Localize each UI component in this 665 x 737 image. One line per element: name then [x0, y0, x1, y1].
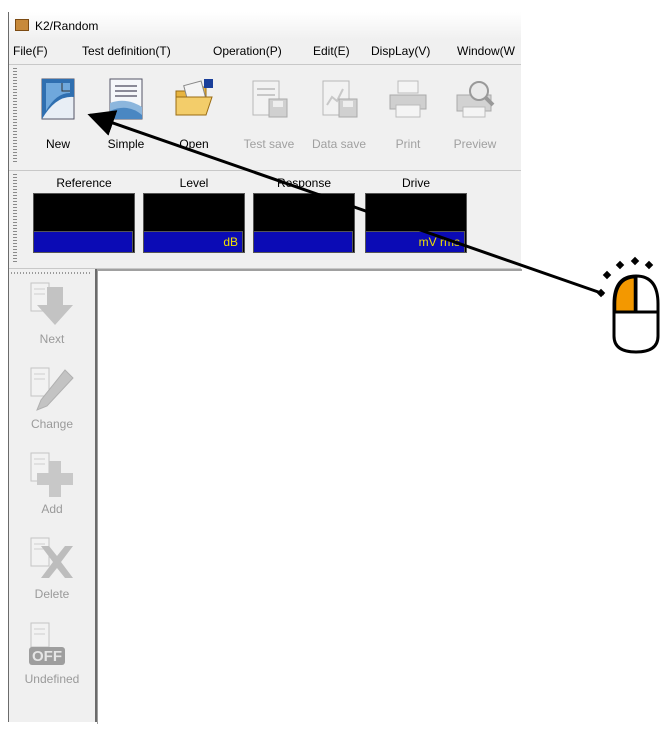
test-save-label: Test save: [243, 137, 295, 151]
drive-unit-text: mV rms: [418, 235, 460, 249]
menu-edit[interactable]: Edit(E): [313, 44, 350, 58]
menu-file[interactable]: File(F): [13, 44, 48, 58]
toolbar-grip[interactable]: [13, 68, 17, 164]
level-meter-label: Level: [179, 176, 209, 190]
menu-operation[interactable]: Operation(P): [213, 44, 282, 58]
simple-label: Simple: [107, 137, 145, 151]
preview-label: Preview: [453, 137, 497, 151]
reference-meter-label: Reference: [56, 176, 112, 190]
change-label: Change: [30, 417, 74, 431]
reference-meter: Reference: [33, 171, 135, 263]
app-window: K2/Random File(F) Test definition(T) Ope…: [8, 12, 522, 724]
new-button[interactable]: New: [31, 67, 85, 163]
next-label: Next: [39, 332, 65, 346]
mouse-click-icon: [596, 256, 660, 354]
print-button[interactable]: Print: [381, 67, 435, 163]
preview-icon: [456, 81, 495, 118]
preview-button[interactable]: Preview: [443, 67, 507, 163]
delete-label: Delete: [34, 587, 70, 601]
delete-button[interactable]: Delete: [9, 532, 95, 616]
level-meter-unit: dB: [143, 231, 243, 253]
new-label: New: [45, 137, 70, 151]
next-button[interactable]: Next: [9, 277, 95, 361]
level-unit-text: dB: [223, 235, 238, 249]
menu-bar: File(F) Test definition(T) Operation(P) …: [9, 40, 521, 62]
meter-grip[interactable]: [13, 174, 17, 262]
meter-bar: Reference Level dB Response Drive mV rms: [9, 170, 521, 269]
undefined-button[interactable]: OFF Undefined: [9, 617, 95, 701]
menu-window[interactable]: Window(W: [457, 44, 515, 58]
menu-test-definition[interactable]: Test definition(T): [82, 44, 171, 58]
delete-x-icon: [30, 537, 73, 578]
change-button[interactable]: Change: [9, 362, 95, 446]
app-icon: [15, 19, 29, 31]
open-folder-icon: [175, 79, 213, 116]
test-save-icon: [252, 80, 288, 118]
drive-meter: Drive mV rms: [365, 171, 467, 263]
open-label: Open: [179, 137, 209, 151]
test-save-button[interactable]: Test save: [237, 67, 301, 163]
drive-meter-label: Drive: [401, 176, 430, 190]
simple-button[interactable]: Simple: [99, 67, 153, 163]
test-step-sidebar: Next Change Add Delete OFF Undefined: [9, 269, 97, 722]
change-pencil-icon: [30, 367, 74, 411]
level-meter: Level dB: [143, 171, 245, 263]
simple-document-icon: [109, 78, 143, 120]
toolbar: New Simple Open Test save Data save Prin…: [9, 64, 521, 169]
off-toggle-icon: OFF: [29, 622, 65, 665]
reference-meter-unit: [33, 231, 133, 253]
response-meter-unit: [253, 231, 353, 253]
data-save-label: Data save: [311, 137, 367, 151]
window-title: K2/Random: [35, 19, 99, 33]
menu-display[interactable]: DispLay(V): [371, 44, 430, 58]
data-save-icon: [322, 80, 358, 118]
add-label: Add: [41, 502, 63, 516]
main-content-area[interactable]: [97, 269, 522, 724]
drive-meter-unit: mV rms: [365, 231, 465, 253]
next-arrow-icon: [30, 282, 73, 325]
printer-icon: [389, 80, 427, 118]
sidebar-grip[interactable]: [11, 272, 91, 274]
response-meter: Response: [253, 171, 355, 263]
off-badge-text: OFF: [32, 648, 62, 665]
add-plus-icon: [30, 452, 73, 497]
add-button[interactable]: Add: [9, 447, 95, 531]
undefined-label: Undefined: [24, 672, 80, 686]
data-save-button[interactable]: Data save: [307, 67, 371, 163]
title-bar: K2/Random: [9, 12, 521, 40]
print-label: Print: [395, 137, 421, 151]
response-meter-label: Response: [276, 176, 332, 190]
open-button[interactable]: Open: [167, 67, 221, 163]
new-document-icon: [41, 78, 75, 120]
